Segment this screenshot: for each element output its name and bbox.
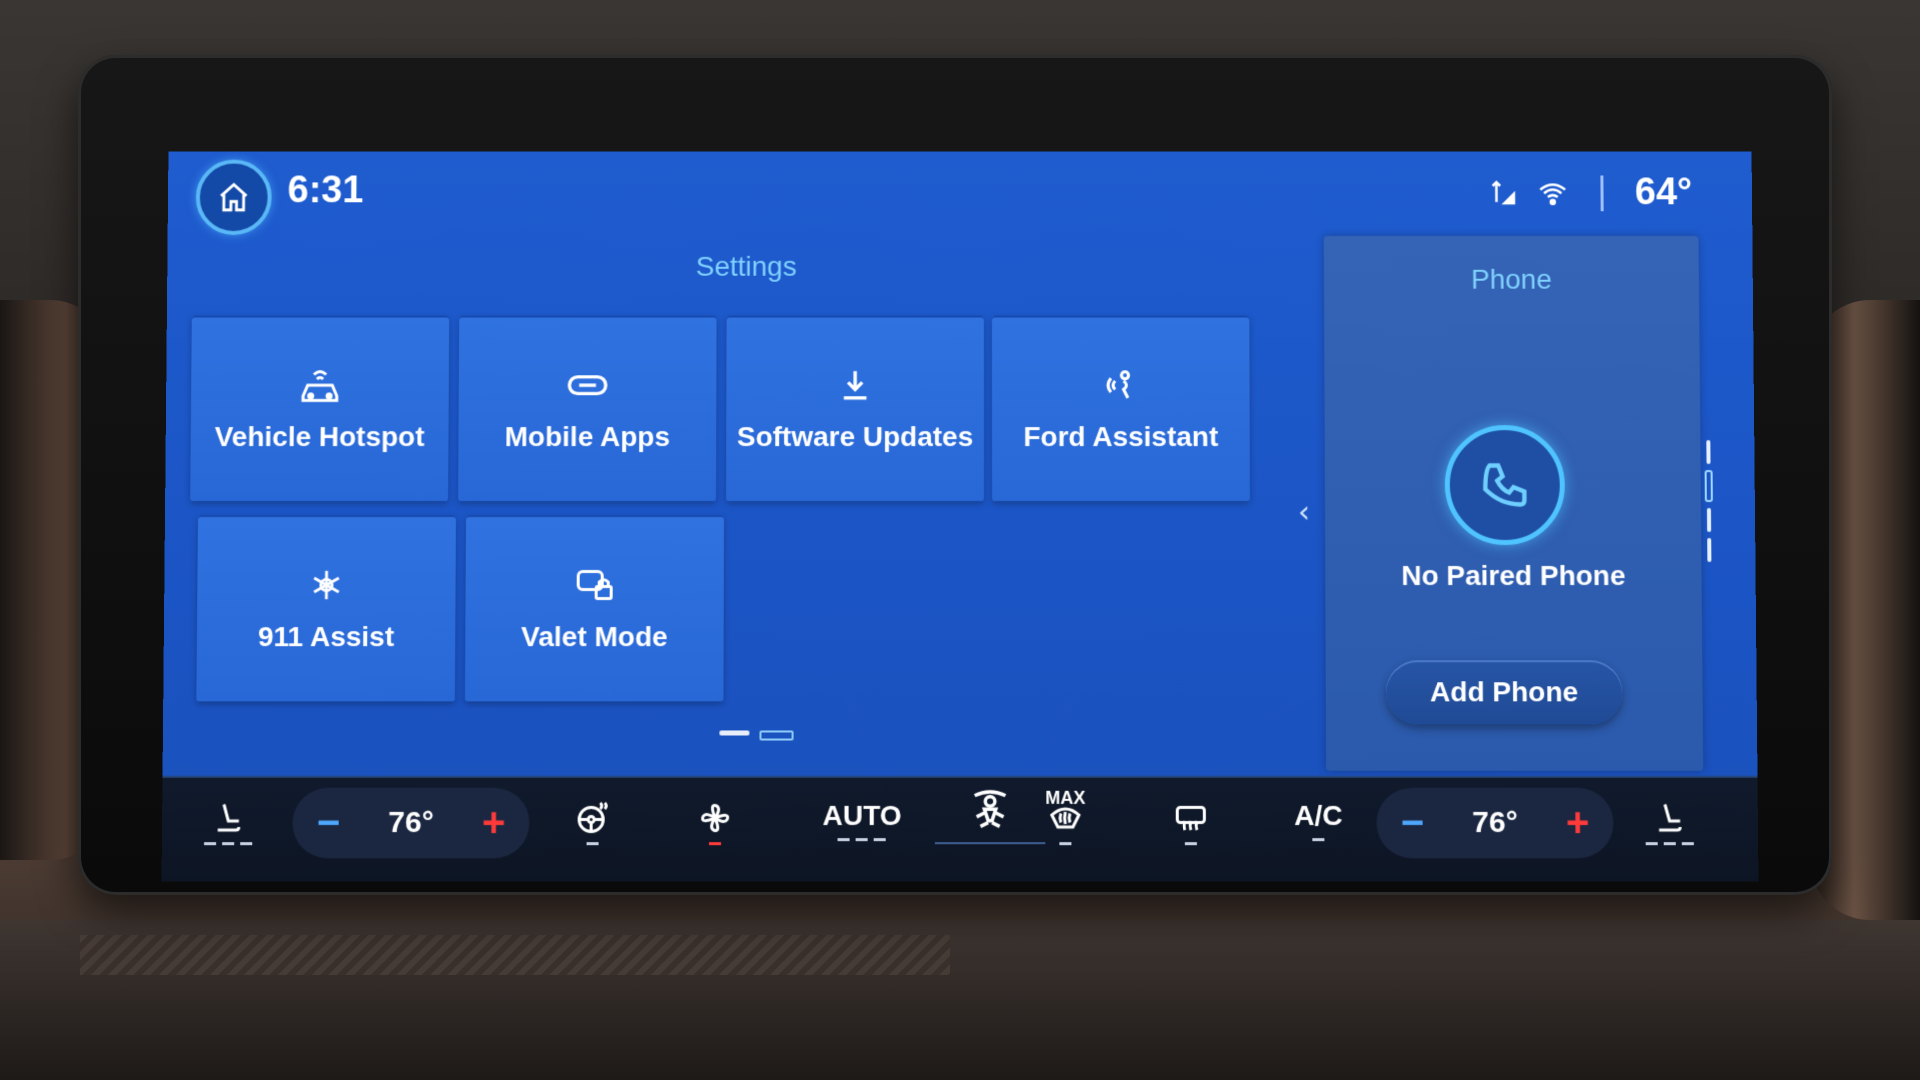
max-defrost-button[interactable]: MAX: [1045, 800, 1085, 846]
rear-defrost-button[interactable]: [1171, 800, 1211, 846]
scroll-segment: [1707, 508, 1711, 532]
data-signal-icon: [1488, 178, 1518, 208]
add-phone-button[interactable]: Add Phone: [1386, 660, 1623, 724]
phone-call-button[interactable]: [1444, 425, 1565, 545]
valet-lock-icon: [575, 567, 615, 603]
settings-tiles: Vehicle Hotspot Mobile Apps Software Upd…: [188, 316, 1251, 726]
home-icon: [217, 180, 251, 214]
driver-temp-value: 76°: [388, 806, 434, 840]
status-divider: [1600, 175, 1603, 211]
passenger-temp-control: − 76° +: [1376, 788, 1613, 858]
tile-label: Software Updates: [737, 421, 973, 453]
tile-label: Valet Mode: [521, 621, 668, 653]
passenger-seat-heat-button[interactable]: [1645, 800, 1694, 846]
wifi-icon: [1536, 178, 1568, 208]
tile-label: Vehicle Hotspot: [215, 421, 425, 453]
tile-ford-assistant[interactable]: Ford Assistant: [992, 316, 1250, 501]
download-icon: [838, 367, 872, 403]
driver-seat-heat-button[interactable]: [204, 800, 253, 846]
fan-speed-button[interactable]: [696, 800, 734, 846]
passenger-temp-up-button[interactable]: +: [1566, 800, 1590, 845]
air-distribution-icon: [967, 790, 1013, 836]
tile-label: Ford Assistant: [1023, 421, 1218, 453]
tile-software-updates[interactable]: Software Updates: [726, 316, 984, 501]
page-dot-active: [759, 730, 793, 740]
rear-defrost-icon: [1171, 800, 1211, 836]
ac-label: A/C: [1294, 800, 1343, 832]
settings-title: Settings: [696, 251, 797, 283]
outside-temperature: 64°: [1635, 172, 1693, 215]
auto-label: AUTO: [822, 800, 901, 832]
driver-temp-control: − 76° +: [292, 788, 529, 858]
tile-mobile-apps[interactable]: Mobile Apps: [458, 316, 716, 501]
home-button[interactable]: [196, 160, 272, 235]
clock: 6:31: [287, 170, 363, 213]
page-indicator[interactable]: [719, 730, 793, 740]
auto-climate-button[interactable]: AUTO: [822, 800, 901, 842]
console-trim-strip: [80, 935, 950, 975]
phone-status: No Paired Phone: [1325, 560, 1701, 592]
voice-assistant-icon: [1104, 367, 1138, 403]
status-icons: 64°: [1488, 172, 1692, 215]
heated-steering-wheel-icon: [574, 800, 612, 836]
infotainment-screen: 6:31 64° Settings Vehicle Hotspot Mobile…: [162, 152, 1759, 882]
link-icon: [567, 370, 609, 400]
passenger-temp-value: 76°: [1472, 806, 1518, 840]
seat-icon: [1651, 800, 1687, 836]
fan-icon: [696, 800, 734, 836]
tile-valet-mode[interactable]: Valet Mode: [465, 515, 724, 701]
phone-icon: [1479, 459, 1531, 511]
scroll-segment: [1707, 538, 1711, 562]
phone-panel: Phone No Paired Phone Add Phone: [1324, 236, 1703, 771]
tile-label: 911 Assist: [258, 621, 394, 653]
climate-bar: − 76° + AUTO MAX A/C − 76° +: [162, 776, 1759, 882]
phone-title: Phone: [1324, 264, 1699, 296]
tile-vehicle-hotspot[interactable]: Vehicle Hotspot: [190, 316, 449, 501]
passenger-temp-down-button[interactable]: −: [1400, 800, 1424, 845]
page-dot: [719, 730, 749, 735]
air-distribution-button[interactable]: [935, 790, 1045, 844]
car-wifi-icon: [297, 365, 343, 405]
star-of-life-icon: [309, 568, 343, 602]
chevron-left-icon[interactable]: ‹: [1298, 495, 1310, 530]
heated-steering-button[interactable]: [573, 800, 611, 846]
scroll-segment: [1706, 440, 1710, 464]
tile-label: Mobile Apps: [505, 421, 670, 453]
driver-temp-down-button[interactable]: −: [316, 800, 340, 845]
tile-911-assist[interactable]: 911 Assist: [196, 515, 456, 701]
panel-scrollbar[interactable]: [1704, 440, 1713, 570]
seat-icon: [210, 800, 246, 836]
ac-button[interactable]: A/C: [1294, 800, 1343, 842]
driver-temp-up-button[interactable]: +: [482, 800, 506, 845]
max-label: MAX: [1045, 788, 1085, 809]
scroll-thumb[interactable]: [1705, 470, 1713, 502]
